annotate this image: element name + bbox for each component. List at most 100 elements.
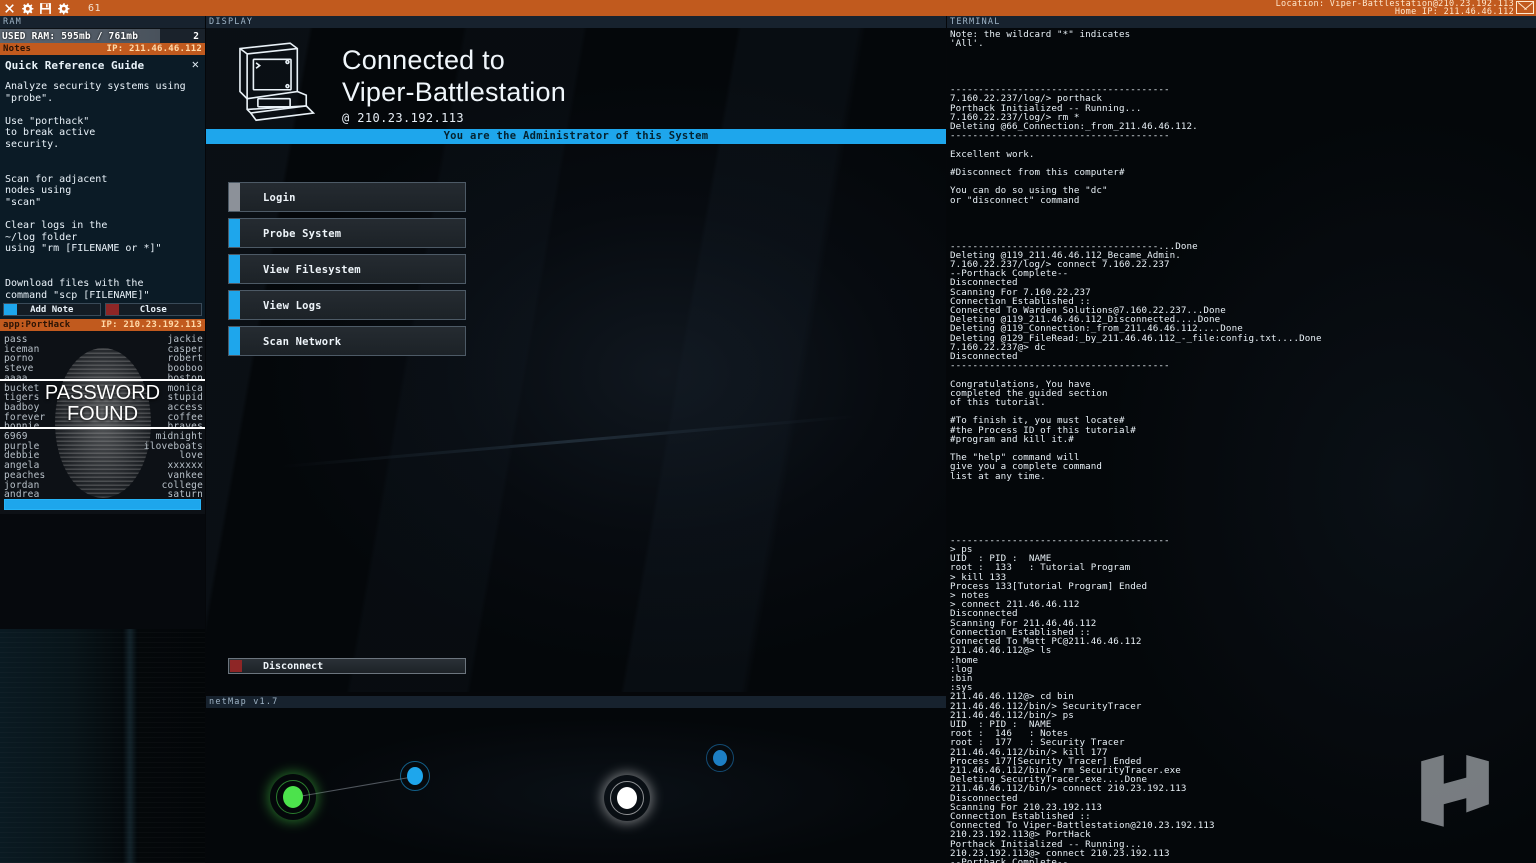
netmap-node-matt-pc[interactable]: [400, 761, 430, 791]
top-toolbar: 61 Location: Viper-Battlestation@210.23.…: [0, 0, 1536, 16]
porthack-module-header[interactable]: app:PortHack IP: 210.23.192.113: [0, 319, 205, 331]
terminal-output[interactable]: Note: the wildcard "*" indicates 'All'. --…: [947, 28, 1536, 863]
add-note-button[interactable]: Add Note: [3, 303, 101, 316]
porthack-progress-bar: [4, 499, 201, 510]
disconnect-button[interactable]: Disconnect: [228, 658, 466, 674]
close-note-button[interactable]: Close: [104, 303, 202, 316]
add-note-tag: [4, 304, 17, 315]
netmap-canvas[interactable]: [206, 708, 946, 863]
close-note-tag: [105, 304, 119, 315]
ram-usage-count: 2: [193, 31, 199, 42]
host-ip: @ 210.23.192.113: [342, 111, 464, 125]
ram-usage-bar: USED RAM: 595mb / 761mb 2: [0, 28, 205, 43]
ram-panel: RAM USED RAM: 595mb / 761mb 2 Notes IP: …: [0, 16, 205, 629]
netmap-node-viper-battlestation[interactable]: [610, 781, 644, 815]
display-button-label: View Logs: [263, 300, 322, 312]
display-panel: DISPLAY Connected to Viper-Battlestation…: [206, 16, 946, 692]
display-action-buttons: Login Probe System View Filesystem View Log…: [206, 144, 946, 356]
button-tag: [229, 291, 240, 319]
terminal-line: --Porthack Complete--: [950, 856, 1069, 863]
display-button-label: View Filesystem: [263, 264, 361, 276]
terminal-line: :bin: [950, 672, 973, 684]
connection-text: Connected to Viper-Battlestation @ 210.2…: [328, 36, 566, 125]
display-button-scan-network[interactable]: Scan Network: [228, 326, 466, 356]
hacknet-game-screen: 61 Location: Viper-Battlestation@210.23.…: [0, 0, 1536, 863]
settings-icon[interactable]: [57, 2, 70, 15]
display-background: [206, 28, 946, 692]
notes-button-row: Add Note Close: [0, 301, 205, 319]
disconnect-wrapper: Disconnect: [228, 658, 466, 674]
terminal-line: ---------------------------------------: [950, 360, 1170, 372]
display-button-login[interactable]: Login: [228, 182, 466, 212]
button-tag: [229, 327, 240, 355]
disconnect-label: Disconnect: [263, 661, 324, 672]
terminal-panel: TERMINAL Note: the wildcard "*" indicate…: [947, 16, 1536, 863]
computer-icon: [239, 42, 316, 122]
node-core: [283, 786, 303, 808]
terminal-line: 'All'.: [950, 38, 984, 50]
display-content: Connected to Viper-Battlestation @ 210.2…: [206, 28, 946, 692]
password-entry: andrea: [4, 489, 40, 501]
ram-panel-title: RAM: [0, 16, 205, 28]
terminal-line: of this tutorial.: [950, 396, 1046, 408]
watermark-logo: [1421, 755, 1489, 827]
node-core: [407, 767, 423, 785]
terminal-line: list at any time.: [950, 470, 1046, 482]
terminal-line: > connect 211.46.46.112: [950, 599, 1080, 611]
notes-module-label: Notes: [3, 44, 32, 54]
display-button-view-filesystem[interactable]: View Filesystem: [228, 254, 466, 284]
display-button-view-logs[interactable]: View Logs: [228, 290, 466, 320]
ambient-background-image: [0, 629, 205, 863]
porthack-body: pass iceman porno steve aaaa bucket tigers badb…: [0, 331, 205, 514]
close-icon[interactable]: [3, 2, 16, 15]
display-panel-title: DISPLAY: [206, 16, 946, 28]
terminal-line: #program and kill it.#: [950, 433, 1074, 445]
terminal-line: Excellent work.: [950, 148, 1035, 160]
terminal-panel-title: TERMINAL: [947, 16, 1536, 28]
host-name: Viper-Battlestation: [342, 77, 566, 107]
save-icon[interactable]: [39, 2, 52, 15]
password-found-banner: PASSWORD FOUND: [0, 379, 205, 429]
gear-icon[interactable]: [21, 2, 34, 15]
display-button-label: Scan Network: [263, 336, 342, 348]
display-button-probe-system[interactable]: Probe System: [228, 218, 466, 248]
notes-module-ip: IP: 211.46.46.112: [106, 44, 202, 54]
button-tag: [229, 219, 240, 247]
node-core: [713, 750, 727, 766]
porthack-module-ip: IP: 210.23.192.113: [100, 320, 202, 330]
porthack-module-label: app:PortHack: [3, 320, 71, 330]
mail-icon[interactable]: [1516, 1, 1534, 14]
terminal-line: ---------------------------------------: [950, 130, 1170, 142]
terminal-line: Process 133[Tutorial Program] Ended: [950, 580, 1148, 592]
terminal-line: --Porthack Complete--: [950, 268, 1069, 280]
home-ip-label: Home IP: 211.46.46.112: [1394, 7, 1514, 17]
netmap-panel: netMap v1.7: [206, 696, 946, 863]
terminal-line: :home: [950, 654, 979, 666]
notes-title: Quick Reference Guide: [5, 59, 145, 72]
notes-text: Analyze security systems using "probe". …: [5, 81, 186, 301]
close-note-label: Close: [139, 305, 167, 315]
password-entry: saturn: [167, 489, 203, 501]
add-note-label: Add Note: [30, 305, 74, 315]
button-tag: [229, 183, 240, 211]
toolbar-counter: 61: [88, 2, 102, 14]
terminal-line: ---------------------------------------: [950, 534, 1170, 546]
notes-module-header[interactable]: Notes IP: 211.46.46.112: [0, 43, 205, 55]
button-tag: [229, 255, 240, 283]
netmap-node-warden-solutions[interactable]: [706, 744, 734, 772]
terminal-line: 7.160.22.237@> dc: [950, 341, 1046, 353]
password-found-line2: FOUND: [66, 403, 139, 425]
node-core: [617, 787, 637, 809]
close-icon[interactable]: ✕: [192, 58, 199, 70]
netmap-node-home[interactable]: [276, 780, 310, 814]
ram-usage-label: USED RAM: 595mb / 761mb: [2, 31, 139, 42]
